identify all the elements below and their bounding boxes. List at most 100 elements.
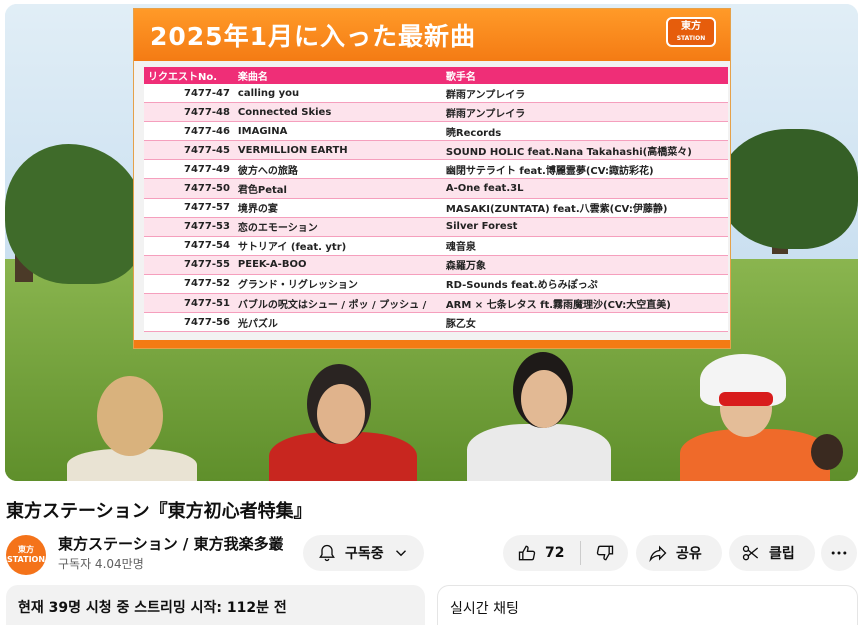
subscribe-button[interactable]: 구독중 [303, 535, 424, 571]
request-no-cell: 7477-53 [144, 217, 234, 237]
song-title-cell: PEEK-A-BOO [233, 255, 442, 275]
video-title: 東方ステーション『東方初心者特集』 [6, 501, 312, 522]
like-dislike-group: 72 [503, 535, 628, 571]
subscriber-count: 구독자 4.04만명 [58, 557, 144, 571]
avatar-text-top: 東方 [18, 545, 34, 554]
share-button[interactable]: 공유 [636, 535, 722, 571]
song-row: 7477-51 バブルの呪文はシュー / ポッ / プッシュ / ARM × 七条レ… [144, 293, 728, 314]
host-3-body [467, 424, 611, 481]
song-row: 7477-50 君色Petal A-One feat.3L [144, 178, 728, 199]
artist-cell: 群雨アンプレイラ [441, 102, 728, 123]
clip-button[interactable]: 클립 [729, 535, 815, 571]
viewer-info: 현재 39명 시청 중 스트리밍 시작: 112분 전 [18, 600, 287, 616]
col-request-no: リクエストNo. [144, 67, 234, 84]
subscribe-label: 구독중 [345, 546, 384, 562]
bell-icon [317, 543, 337, 563]
artist-cell: 魂音泉 [441, 236, 728, 256]
song-title-cell: 彼方への旅路 [233, 159, 442, 180]
share-label: 공유 [676, 546, 702, 562]
board-title: 2025年1月に入った最新曲 [150, 22, 476, 51]
song-row: 7477-46 IMAGINA 暁Records [144, 121, 728, 142]
board-header: 2025年1月に入った最新曲 東方 STATION [134, 9, 730, 61]
song-title-cell: バブルの呪文はシュー / ポッ / プッシュ / [233, 293, 442, 314]
live-chat-title: 실시간 채팅 [450, 601, 519, 617]
request-no-cell: 7477-55 [144, 255, 234, 275]
artist-cell: ARM × 七条レタス ft.霧雨魔理沙(CV:大空直美) [441, 293, 728, 314]
station-logo: 東方 STATION [666, 17, 716, 47]
video-player[interactable]: 2025年1月に入った最新曲 東方 STATION リクエストNo. 楽曲名 歌… [5, 4, 858, 481]
request-no-cell: 7477-56 [144, 312, 234, 333]
artist-cell: Silver Forest [441, 217, 728, 237]
artist-cell: 豚乙女 [441, 312, 728, 333]
col-artist: 歌手名 [441, 67, 728, 84]
song-table: リクエストNo. 楽曲名 歌手名 7477-47 calling you 群雨アンプ… [144, 67, 728, 333]
more-actions-button[interactable] [821, 535, 857, 571]
artist-cell: RD-Sounds feat.めらみぽっぷ [441, 274, 728, 295]
like-count: 72 [545, 545, 565, 561]
logo-text-bottom: STATION [676, 35, 706, 42]
song-row: 7477-57 境界の宴 MASAKI(ZUNTATA) feat.八雲紫(CV:伊… [144, 198, 728, 218]
clip-label: 클립 [769, 546, 795, 562]
host-4-body [680, 429, 830, 481]
song-title-cell: 境界の宴 [233, 198, 442, 218]
live-chat-panel[interactable]: 실시간 채팅 [437, 585, 858, 625]
col-song-title: 楽曲名 [233, 67, 442, 84]
song-row: 7477-54 サトリアイ (feat. ytr) 魂音泉 [144, 236, 728, 256]
request-no-cell: 7477-48 [144, 102, 234, 123]
request-no-cell: 7477-52 [144, 274, 234, 295]
share-icon [648, 543, 668, 563]
board-footer [134, 340, 730, 348]
plush-doll [811, 434, 843, 470]
request-no-cell: 7477-49 [144, 159, 234, 180]
song-title-cell: IMAGINA [233, 121, 442, 142]
request-no-cell: 7477-51 [144, 293, 234, 314]
song-list-board: 2025年1月に入った最新曲 東方 STATION リクエストNo. 楽曲名 歌… [133, 8, 731, 349]
artist-cell: 群雨アンプレイラ [441, 84, 728, 104]
song-row: 7477-45 VERMILLION EARTH SOUND HOLIC feat.… [144, 140, 728, 161]
artist-cell: 幽閉サテライト feat.博麗霊夢(CV:諏訪彩花) [441, 159, 728, 180]
request-no-cell: 7477-47 [144, 84, 234, 104]
channel-avatar[interactable]: 東方 STATION [6, 535, 46, 575]
artist-cell: 暁Records [441, 121, 728, 142]
song-title-cell: 君色Petal [233, 178, 442, 199]
song-title-cell: VERMILLION EARTH [233, 140, 442, 161]
song-title-cell: calling you [233, 84, 442, 104]
more-horizontal-icon [829, 543, 849, 563]
thumbs-up-icon [517, 543, 537, 563]
song-title-cell: Connected Skies [233, 102, 442, 123]
song-row: 7477-47 calling you 群雨アンプレイラ [144, 84, 728, 104]
song-row: 7477-48 Connected Skies 群雨アンプレイラ [144, 102, 728, 123]
request-no-cell: 7477-46 [144, 121, 234, 142]
song-row: 7477-49 彼方への旅路 幽閉サテライト feat.博麗霊夢(CV:諏訪彩花) [144, 159, 728, 180]
like-button[interactable]: 72 [503, 535, 564, 571]
song-row: 7477-55 PEEK-A-BOO 森羅万象 [144, 255, 728, 275]
description-box[interactable]: 현재 39명 시청 중 스트리밍 시작: 112분 전 [6, 585, 425, 625]
avatar-text-bottom: STATION [6, 555, 46, 564]
request-no-cell: 7477-45 [144, 140, 234, 161]
thumbs-down-icon [595, 543, 615, 563]
dislike-button[interactable] [581, 543, 615, 563]
song-title-cell: 光パズル [233, 312, 442, 333]
artist-cell: A-One feat.3L [441, 178, 728, 199]
song-title-cell: 恋のエモーション [233, 217, 442, 237]
channel-name[interactable]: 東方ステーション / 東方我楽多叢誌 [58, 533, 283, 554]
request-no-cell: 7477-57 [144, 198, 234, 218]
song-row: 7477-56 光パズル 豚乙女 [144, 312, 728, 333]
request-no-cell: 7477-54 [144, 236, 234, 256]
host-1-head [97, 376, 163, 456]
host-2-face [317, 384, 365, 444]
song-title-cell: グランド・リグレッション [233, 274, 442, 295]
request-no-cell: 7477-50 [144, 178, 234, 199]
artist-cell: MASAKI(ZUNTATA) feat.八雲紫(CV:伊藤静) [441, 198, 728, 218]
chevron-down-icon [392, 544, 410, 562]
song-row: 7477-52 グランド・リグレッション RD-Sounds feat.めらみぽっぷ [144, 274, 728, 295]
logo-text-top: 東方 [681, 21, 701, 32]
tree-right [718, 129, 858, 249]
host-3-face [521, 370, 567, 428]
song-row: 7477-53 恋のエモーション Silver Forest [144, 217, 728, 237]
artist-cell: SOUND HOLIC feat.Nana Takahashi(高橋菜々) [441, 140, 728, 161]
song-title-cell: サトリアイ (feat. ytr) [233, 236, 442, 256]
host-4-sunglasses [719, 392, 773, 406]
artist-cell: 森羅万象 [441, 255, 728, 275]
scissors-icon [741, 543, 761, 563]
